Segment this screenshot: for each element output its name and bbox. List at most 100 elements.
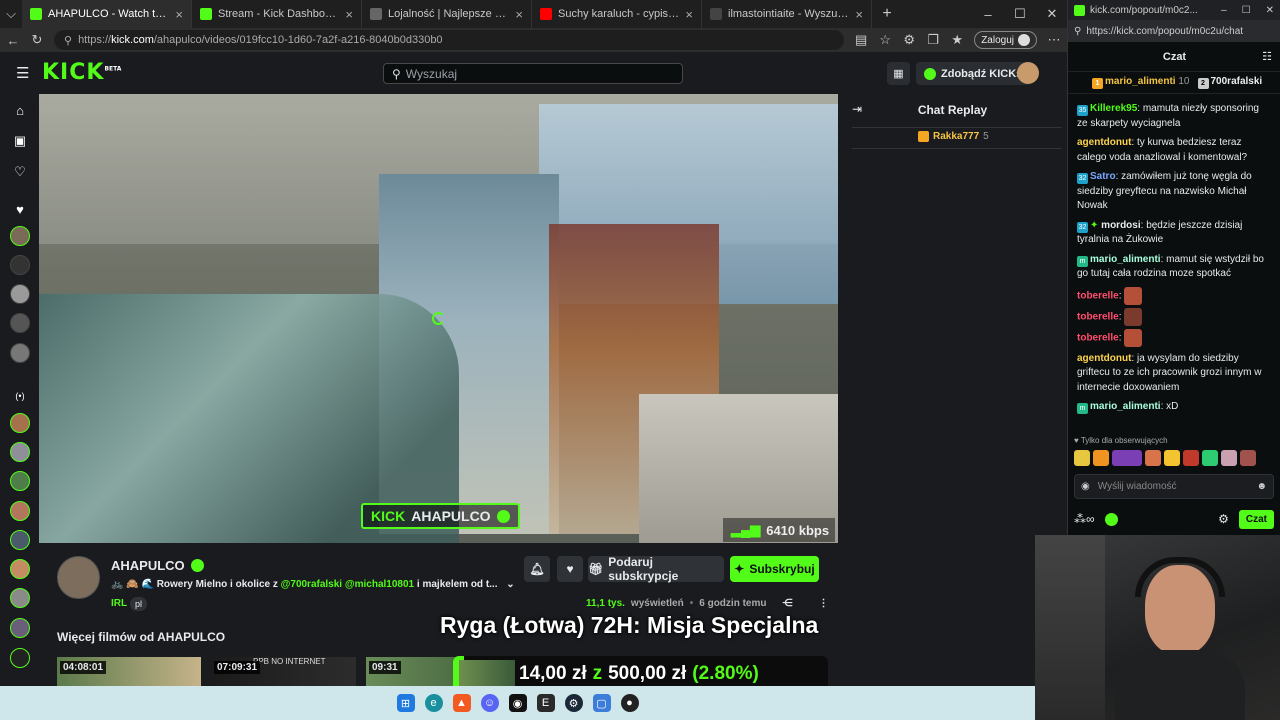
channel-avatar[interactable] (10, 413, 30, 433)
following-icon[interactable]: ♡ (10, 162, 30, 182)
minimize-icon[interactable]: – (981, 7, 995, 22)
app-icon[interactable]: ▢ (592, 694, 611, 712)
channel-avatar[interactable] (10, 618, 30, 638)
close-tab-icon[interactable]: × (175, 7, 183, 22)
channel-avatar[interactable] (10, 530, 30, 550)
layout-toggle-button[interactable]: ▦ (887, 62, 910, 85)
mention-link[interactable]: @700rafalski (281, 579, 342, 590)
maximize-icon[interactable]: ☐ (1242, 5, 1251, 16)
channel-avatar[interactable] (10, 648, 30, 668)
emote-icon[interactable] (1240, 450, 1256, 466)
kick-logo[interactable]: KICKBETA (42, 60, 121, 85)
collections-icon[interactable]: ❐ (926, 32, 940, 48)
favorite-star-icon[interactable]: ☆ (878, 32, 892, 48)
channel-avatar[interactable] (10, 255, 30, 275)
emoji-picker-icon[interactable]: ☻ (1256, 481, 1267, 492)
popout-urlbar[interactable]: ⚲ https://kick.com/popout/m0c2u/chat (1068, 20, 1280, 42)
epic-games-icon[interactable]: E (536, 694, 555, 712)
tab-ahapulco-vod[interactable]: AHAPULCO - Watch the VOD × (22, 0, 192, 28)
search-input[interactable]: ⚲ Wyszukaj (383, 63, 683, 84)
more-options-icon[interactable]: ⋮ (818, 598, 828, 609)
reload-icon[interactable]: ↻ (30, 32, 44, 48)
kick-watermark: KICK AHAPULCO (361, 503, 520, 529)
windows-start-icon[interactable]: ⊞ (396, 694, 415, 712)
edge-icon[interactable]: e (424, 694, 443, 712)
browse-icon[interactable]: ▣ (10, 131, 30, 151)
obs-icon[interactable]: ● (620, 694, 639, 712)
new-tab-icon[interactable]: + (880, 5, 894, 23)
channel-avatar[interactable] (10, 559, 30, 579)
close-tab-icon[interactable]: × (685, 7, 693, 22)
channel-avatar[interactable] (10, 226, 30, 246)
emote-icon[interactable] (1202, 450, 1218, 466)
channel-avatar[interactable] (10, 588, 30, 608)
emote-icon[interactable] (1221, 450, 1237, 466)
video-thumbnail[interactable]: PPB NO INTERNET 07:09:31 (211, 657, 356, 686)
brave-icon[interactable]: ▲ (452, 694, 471, 712)
settings-gear-icon[interactable]: ⚙ (1218, 512, 1229, 526)
channel-avatar[interactable] (10, 343, 30, 363)
mention-link[interactable]: @michal10801 (345, 579, 414, 590)
tab-kick-dashboard[interactable]: Stream - Kick Dashboard × (192, 0, 362, 28)
user-avatar[interactable] (1017, 62, 1039, 84)
reader-icon[interactable]: ▤ (854, 32, 868, 48)
hamburger-icon[interactable]: ☰ (16, 64, 29, 82)
notification-bell-button[interactable]: 🔔︎ (524, 556, 550, 582)
emote-icon[interactable] (1093, 450, 1109, 466)
kick-coin-icon[interactable] (1104, 512, 1118, 526)
chat-input-placeholder: Wyślij wiadomość (1097, 481, 1177, 492)
channel-avatar[interactable] (10, 313, 30, 333)
tab-list-icon[interactable]: ⌵ (0, 6, 22, 22)
back-icon[interactable]: ← (6, 33, 20, 48)
channel-avatar[interactable] (57, 556, 100, 599)
chat-input[interactable]: ◉ Wyślij wiadomość ☻ (1074, 474, 1274, 499)
close-tab-icon[interactable]: × (345, 7, 353, 22)
channel-avatar[interactable] (10, 501, 30, 521)
emote-icon[interactable] (1183, 450, 1199, 466)
home-icon[interactable]: ⌂ (10, 100, 30, 120)
minimize-icon[interactable]: – (1221, 5, 1227, 16)
video-thumbnail[interactable]: 04:08:01 (57, 657, 201, 686)
community-icon[interactable]: ⁂∞ (1074, 512, 1095, 526)
tab-search[interactable]: ilmastointiaite - Wyszukaj × (702, 0, 872, 28)
site-info-icon[interactable]: ⚲ (64, 34, 72, 47)
app-icon[interactable]: ◉ (508, 694, 527, 712)
user-list-icon[interactable]: ☷ (1262, 50, 1272, 63)
video-player[interactable]: KICK AHAPULCO ▂▄▆ 6410 kbps (39, 94, 838, 543)
emote-icon (1124, 307, 1143, 326)
send-chat-button[interactable]: Czat (1238, 509, 1274, 529)
steam-icon[interactable]: ⚙ (564, 694, 583, 712)
url-field[interactable]: ⚲ https://kick.com/ahapulco/videos/019fc… (54, 30, 845, 50)
emote-icon[interactable] (1145, 450, 1161, 466)
subscribe-button[interactable]: ✦ Subskrybuj (730, 556, 819, 582)
extensions-icon[interactable]: ⚙ (902, 32, 916, 48)
share-icon[interactable]: ⋲ (782, 598, 792, 609)
emote-icon[interactable] (1074, 450, 1090, 466)
webcam-person-body (1115, 650, 1245, 720)
close-tab-icon[interactable]: × (515, 7, 523, 22)
chevron-down-icon[interactable]: ⌄ (506, 579, 514, 590)
more-videos-title: Więcej filmów od AHAPULCO (57, 630, 226, 644)
tab-lojalnosc[interactable]: Lojalność | Najlepsze oprogramow × (362, 0, 532, 28)
close-tab-icon[interactable]: × (855, 7, 863, 22)
channel-avatar[interactable] (10, 471, 30, 491)
channel-avatar[interactable] (10, 284, 30, 304)
more-menu-icon[interactable]: ⋯ (1047, 32, 1061, 48)
emote-icon[interactable] (1164, 450, 1180, 466)
follow-heart-button[interactable]: ♥ (557, 556, 583, 582)
gift-subs-button[interactable]: 🎁︎ Podaruj subskrypcje (588, 555, 724, 583)
category-tag[interactable]: IRL (111, 598, 127, 609)
favorites-icon[interactable]: ★ (950, 32, 964, 48)
login-button[interactable]: Zaloguj (974, 31, 1037, 49)
get-kicks-button[interactable]: Zdobądź KICKs (916, 62, 1031, 85)
channel-name[interactable]: AHAPULCO (111, 558, 185, 573)
discord-icon[interactable]: ☺ (480, 694, 499, 712)
maximize-icon[interactable]: ☐ (1013, 6, 1027, 22)
close-window-icon[interactable]: ✕ (1045, 6, 1059, 22)
signal-icon: ▂▄▆ (731, 522, 761, 537)
emote-icon[interactable] (1112, 450, 1142, 466)
language-tag[interactable]: pl (130, 597, 148, 611)
channel-avatar[interactable] (10, 442, 30, 462)
tab-youtube[interactable]: Suchy karaluch - cypis - YouTube × (532, 0, 702, 28)
close-window-icon[interactable]: ✕ (1266, 5, 1274, 16)
